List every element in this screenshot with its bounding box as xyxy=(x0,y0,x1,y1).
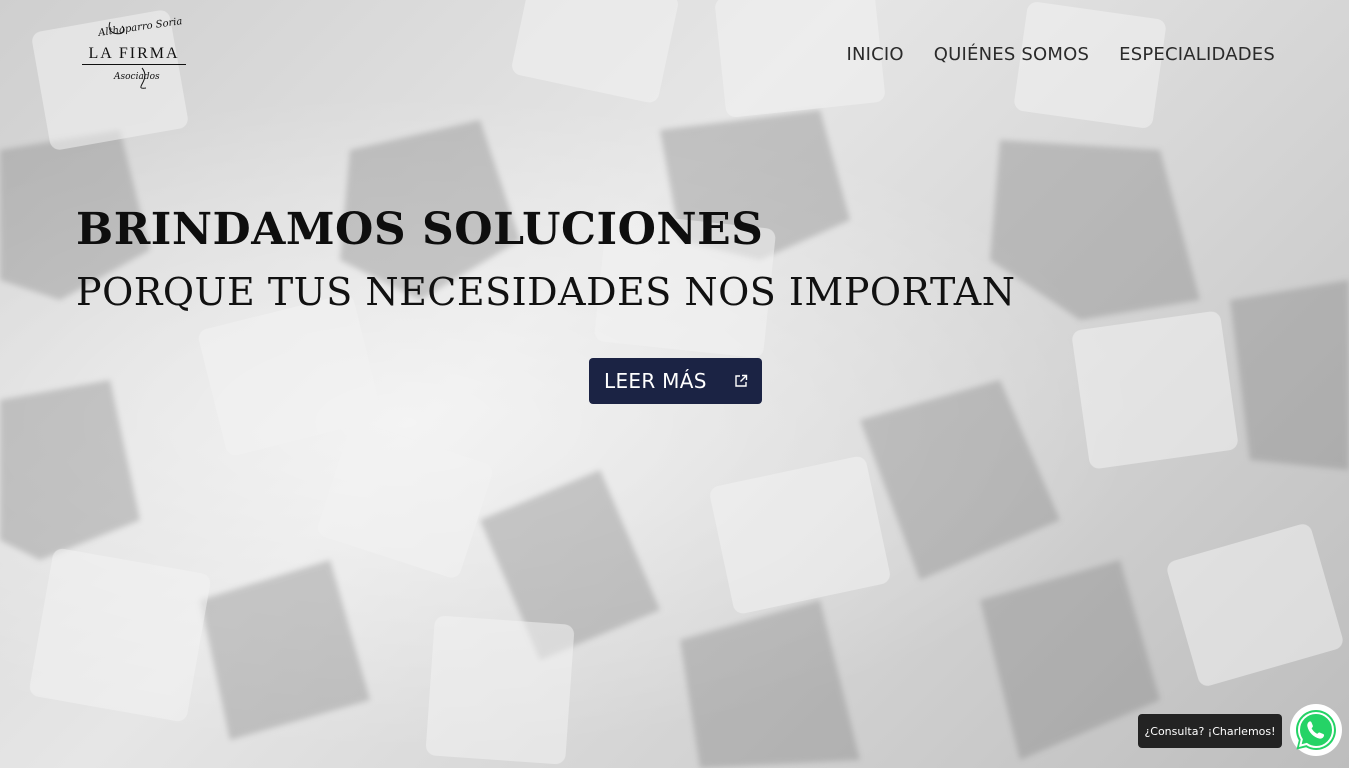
hero-section: Althaparro Soria LA FIRMA Asociados INIC… xyxy=(0,0,1349,768)
company-logo[interactable]: Althaparro Soria LA FIRMA Asociados xyxy=(76,16,188,92)
whatsapp-icon xyxy=(1296,710,1336,750)
hero-headline: BRINDAMOS SOLUCIONES xyxy=(76,204,764,255)
logo-script-bottom: Asociados xyxy=(114,72,160,82)
chat-prompt-bubble[interactable]: ¿Consulta? ¡Charlemos! xyxy=(1138,714,1282,748)
nav-item-especialidades[interactable]: ESPECIALIDADES xyxy=(1119,44,1275,65)
external-link-icon xyxy=(735,374,748,387)
read-more-button[interactable]: LEER MÁS xyxy=(589,358,762,404)
nav-item-quienes-somos[interactable]: QUIÉNES SOMOS xyxy=(934,44,1089,65)
read-more-label: LEER MÁS xyxy=(604,369,707,393)
logo-main-text: LA FIRMA xyxy=(82,45,186,65)
nav-item-inicio[interactable]: INICIO xyxy=(846,44,903,65)
main-nav: INICIO QUIÉNES SOMOS ESPECIALIDADES xyxy=(846,44,1275,65)
whatsapp-button[interactable] xyxy=(1290,704,1342,756)
hero-subheadline: PORQUE TUS NECESIDADES NOS IMPORTAN xyxy=(76,270,1016,314)
